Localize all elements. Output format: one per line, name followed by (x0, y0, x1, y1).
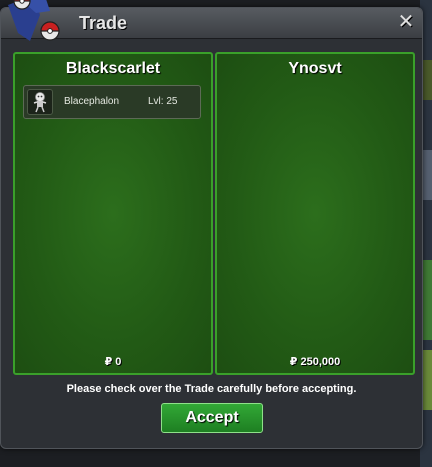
player-name: Blackscarlet (65, 60, 161, 77)
item-level: Lvl: 25 (148, 96, 178, 107)
trade-panel-partner: Ynosvt ₽ 250,000 (215, 52, 415, 375)
money-amount: ₽ 0 (104, 356, 122, 368)
trade-window: Trade ✕ Blackscarlet Blacephalon Lvl: 25… (0, 7, 423, 449)
window-title: Trade (79, 13, 128, 33)
player-name: Ynosvt (288, 60, 342, 77)
money-amount: ₽ 250,000 (289, 356, 341, 368)
accept-button[interactable]: Accept (161, 403, 263, 433)
trade-item-slot[interactable]: Blacephalon Lvl: 25 (23, 85, 201, 119)
blacephalon-icon (27, 89, 53, 115)
item-name: Blacephalon (64, 96, 120, 107)
pokeball-logo-icon (8, 0, 60, 41)
trade-notice: Please check over the Trade carefully be… (66, 383, 357, 395)
close-icon[interactable]: ✕ (396, 12, 416, 32)
trade-panel-self: Blackscarlet Blacephalon Lvl: 25 ₽ 0 (13, 52, 213, 375)
